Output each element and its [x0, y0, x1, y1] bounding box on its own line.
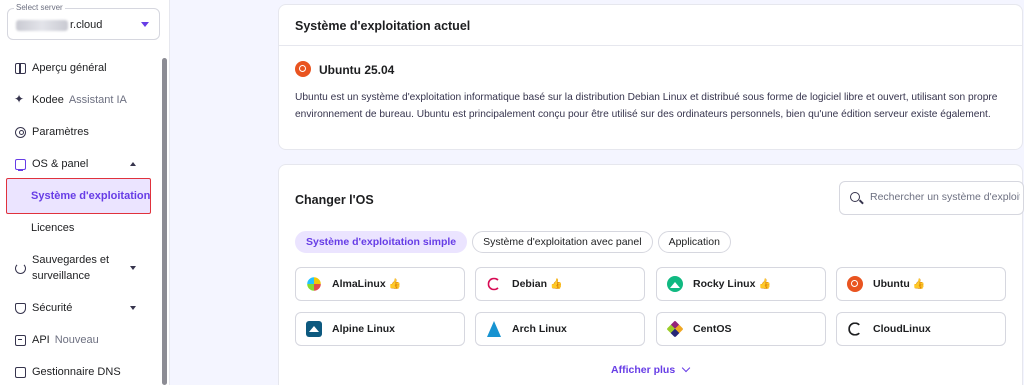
tab-application[interactable]: Application: [657, 231, 731, 253]
server-select-value: r.cloud: [70, 19, 103, 31]
os-option-label: Arch Linux: [512, 323, 567, 335]
sidebar-item-sublabel: Assistant IA: [68, 94, 127, 106]
sidebar-item-licences[interactable]: Licences: [0, 212, 160, 244]
chevron-down-icon[interactable]: [141, 22, 149, 27]
api-icon: [15, 334, 26, 346]
os-option-alpine-linux[interactable]: Alpine Linux: [295, 312, 465, 346]
os-option-centos[interactable]: CentOS: [656, 312, 826, 346]
tab-simple-os[interactable]: Système d'exploitation simple: [295, 231, 468, 253]
chevron-down-icon: [130, 266, 136, 270]
os-option-label: Alpine Linux: [332, 323, 395, 335]
sidebar-item-label: Kodee: [32, 94, 64, 106]
sidebar-item-label: Aperçu général: [32, 62, 107, 74]
os-option-label: Rocky Linux: [693, 278, 756, 290]
os-option-label: Debian: [512, 278, 548, 290]
current-os-description: Ubuntu est un système d'exploitation inf…: [295, 92, 998, 120]
server-name-blurred: [16, 20, 68, 31]
os-option-arch-linux[interactable]: Arch Linux: [475, 312, 645, 346]
server-select[interactable]: Select server r.cloud: [7, 3, 160, 40]
ubuntu-icon: [847, 276, 863, 292]
sidebar-item-kodee[interactable]: Kodee Assistant IA: [0, 84, 160, 116]
sidebar-item-label: Sécurité: [32, 302, 73, 314]
gear-icon: [15, 126, 26, 138]
refresh-icon: [15, 262, 26, 274]
chevron-down-icon: [130, 306, 136, 310]
sidebar-item-settings[interactable]: Paramètres: [0, 116, 160, 148]
sidebar-item-label: Licences: [31, 222, 75, 234]
dns-icon: [15, 366, 26, 378]
os-option-rocky-linux[interactable]: Rocky Linux 👍: [656, 267, 826, 301]
os-option-label: AlmaLinux: [332, 278, 386, 290]
monitor-icon: [15, 158, 26, 171]
sidebar-item-label: Gestionnaire DNS: [32, 366, 121, 378]
sidebar-item-label: Sauvegardes et surveillance: [32, 254, 110, 282]
sidebar-item-dns[interactable]: Gestionnaire DNS: [0, 356, 160, 385]
ubuntu-icon: [295, 61, 311, 77]
chevron-down-icon: [681, 363, 691, 373]
sparkle-icon: [14, 92, 26, 106]
centos-icon: [666, 320, 684, 338]
chevron-up-icon: [130, 162, 136, 166]
sidebar-item-label: API: [32, 334, 50, 346]
sidebar-item-label: OS & panel: [32, 158, 89, 170]
sidebar-item-label: Système d'exploitation: [31, 190, 151, 202]
grid-icon: [15, 62, 26, 74]
os-option-cloudlinux[interactable]: CloudLinux: [836, 312, 1006, 346]
os-option-ubuntu[interactable]: Ubuntu 👍: [836, 267, 1006, 301]
thumbs-up-icon: 👍: [912, 278, 926, 290]
divider: [279, 45, 1022, 46]
os-option-label: Ubuntu: [873, 278, 910, 290]
thumbs-up-icon: 👍: [388, 278, 402, 290]
sidebar-nav: Aperçu général Kodee Assistant IA Paramè…: [0, 52, 160, 385]
os-option-almalinux[interactable]: AlmaLinux 👍: [295, 267, 465, 301]
thumbs-up-icon: 👍: [758, 278, 771, 290]
current-os-card: Système d'exploitation actuel Ubuntu 25.…: [278, 4, 1023, 150]
shield-icon: [15, 302, 26, 314]
sidebar-item-os-panel[interactable]: OS & panel: [0, 148, 160, 180]
debian-icon: [487, 277, 501, 291]
tab-os-with-panel[interactable]: Système d'exploitation avec panel: [472, 231, 653, 253]
current-os-name: Ubuntu 25.04: [319, 63, 395, 77]
sidebar-item-label: Paramètres: [32, 126, 89, 138]
alpine-linux-icon: [306, 321, 322, 337]
arch-linux-icon: [486, 321, 502, 337]
thumbs-up-icon: 👍: [550, 278, 563, 290]
sidebar-item-overview[interactable]: Aperçu général: [0, 52, 160, 84]
show-more-label: Afficher plus: [611, 364, 676, 376]
almalinux-icon: [307, 277, 321, 291]
server-select-label: Select server: [14, 3, 65, 12]
rocky-linux-icon: [667, 276, 683, 292]
sidebar-item-backups[interactable]: Sauvegardes et surveillance: [0, 244, 160, 292]
change-os-card: Changer l'OS Système d'exploitation simp…: [278, 164, 1024, 385]
os-category-tabs: Système d'exploitation simple Système d'…: [295, 231, 731, 253]
current-os-title: Système d'exploitation actuel: [295, 19, 471, 33]
os-option-label: CloudLinux: [873, 323, 931, 335]
sidebar-item-sublabel: Nouveau: [54, 334, 99, 346]
sidebar-scrollbar[interactable]: [162, 58, 167, 385]
os-search-input[interactable]: [870, 191, 1020, 203]
change-os-title: Changer l'OS: [295, 193, 374, 207]
search-icon: [850, 192, 860, 202]
os-option-debian[interactable]: Debian 👍: [475, 267, 645, 301]
sidebar-item-security[interactable]: Sécurité: [0, 292, 160, 324]
cloudlinux-icon: [848, 322, 862, 336]
show-more-button[interactable]: Afficher plus: [611, 363, 691, 376]
sidebar-item-operating-system[interactable]: Système d'exploitation: [0, 180, 160, 212]
os-search-box[interactable]: [839, 181, 1024, 215]
os-option-label: CentOS: [693, 323, 732, 335]
sidebar: Select server r.cloud Aperçu général Kod…: [0, 0, 170, 385]
sidebar-item-api[interactable]: API Nouveau: [0, 324, 160, 356]
